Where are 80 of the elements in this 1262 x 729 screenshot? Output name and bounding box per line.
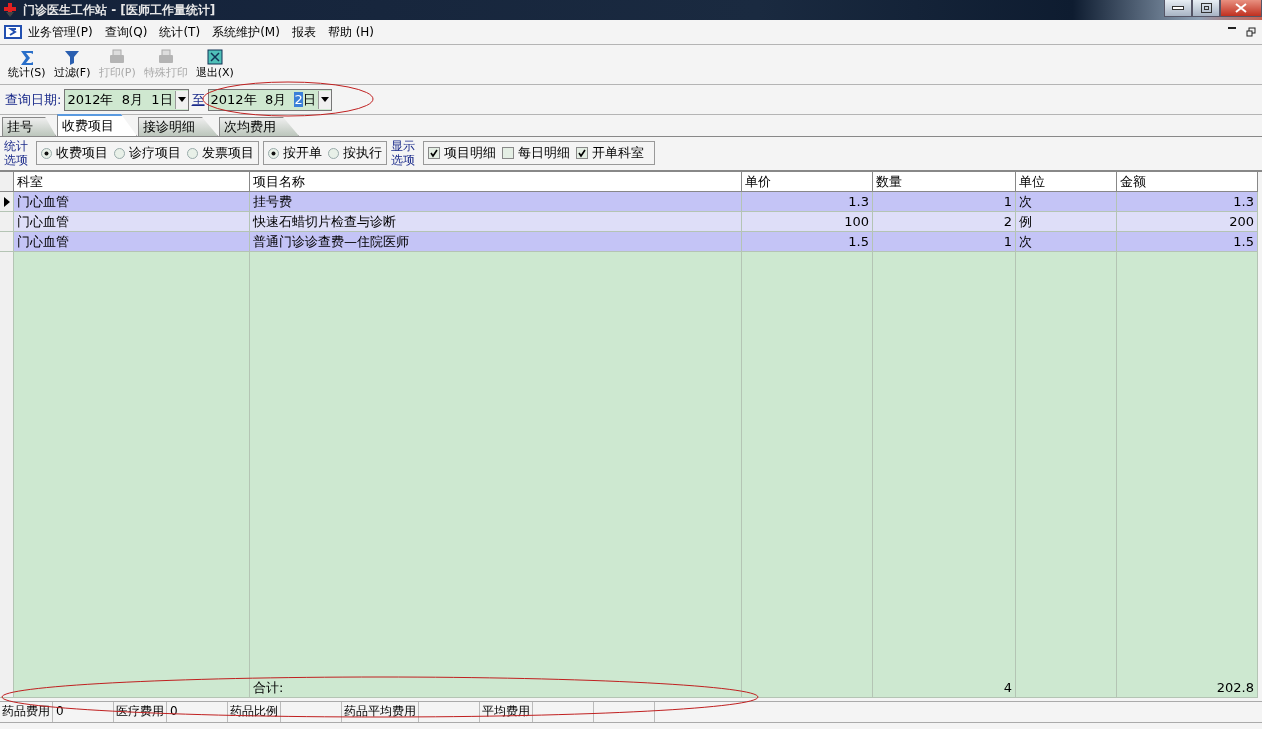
dropdown-arrow-icon (177, 97, 186, 102)
document-icon (4, 25, 22, 39)
row-pointer-icon (3, 196, 10, 207)
minimize-icon (1228, 27, 1236, 29)
restore-icon (1200, 3, 1212, 13)
menu-item[interactable]: 查询(Q) (98, 23, 154, 41)
table-cell: 1 (873, 192, 1016, 212)
tab[interactable]: 收费项目 (57, 114, 137, 136)
date-picker[interactable]: 2012年 8月 1日 (64, 88, 189, 111)
app-logo-icon (3, 2, 19, 18)
option-label[interactable]: 项目明细 (444, 144, 496, 162)
table-cell: 200 (1117, 212, 1258, 232)
option-label[interactable]: 收费项目 (56, 144, 108, 162)
table-cell: 1.3 (1117, 192, 1258, 212)
radio-button[interactable] (41, 147, 52, 159)
table-cell: 1.5 (1117, 232, 1258, 252)
table-cell: 次 (1016, 192, 1117, 212)
menu-item[interactable]: 统计(T) (153, 23, 207, 41)
total-value: 4 (873, 678, 1016, 698)
tab[interactable]: 挂号 (2, 117, 56, 136)
option-label[interactable]: 发票项目 (202, 144, 254, 162)
minimize-icon (1172, 6, 1184, 10)
menu-item[interactable]: 报表 (285, 23, 322, 41)
radio-button[interactable] (114, 147, 125, 159)
menu-item[interactable]: 业务管理(P) (22, 23, 99, 41)
status-label: 药品费用 (0, 702, 53, 722)
restore-button[interactable] (1192, 0, 1220, 17)
option-label[interactable]: 开单科室 (592, 144, 644, 162)
group-label: 显示选项 (391, 139, 416, 167)
tab[interactable]: 接诊明细 (138, 117, 218, 136)
option-label[interactable]: 按执行 (343, 144, 382, 162)
printer-icon (157, 49, 174, 65)
window-title: 门诊医生工作站 - [医师工作量统计] (23, 1, 216, 19)
status-label: 平均费用 (480, 702, 533, 722)
checkbox[interactable] (502, 147, 514, 159)
table-cell: 普通门诊诊查费—住院医师 (250, 232, 742, 252)
option-label[interactable]: 每日明细 (518, 144, 570, 162)
checkbox[interactable] (576, 147, 588, 159)
table-cell: 1.5 (742, 232, 873, 252)
radio-button[interactable] (268, 147, 279, 159)
sigma-icon (18, 49, 35, 65)
table-cell: 1.3 (742, 192, 873, 212)
radio-button[interactable] (328, 147, 339, 159)
status-label: 药品平均费用 (342, 702, 419, 722)
table-cell: 100 (742, 212, 873, 232)
toolbar-button[interactable]: 退出(X) (191, 47, 238, 82)
date-separator: 至 (191, 90, 205, 109)
table-cell: 2 (873, 212, 1016, 232)
status-value-field: 0 (53, 702, 114, 722)
table-cell: 挂号费 (250, 192, 742, 212)
toolbar-button[interactable]: 统计(S) (4, 47, 50, 82)
minimize-button[interactable] (1164, 0, 1192, 17)
date-picker[interactable]: 2012年 8月 2 日 (207, 88, 332, 111)
dropdown-arrow-icon (320, 97, 329, 102)
radio-button[interactable] (187, 147, 198, 159)
table-cell: 1 (873, 232, 1016, 252)
table-cell: 门心血管 (14, 232, 250, 252)
option-label[interactable]: 诊疗项目 (129, 144, 181, 162)
restore-icon (1246, 27, 1256, 37)
funnel-icon (64, 49, 81, 65)
row-indicator[interactable] (0, 192, 14, 212)
total-label: 合计: (250, 678, 742, 698)
table-cell: 快速石蜡切片检查与诊断 (250, 212, 742, 232)
close-box-icon (206, 49, 223, 65)
close-icon (1235, 3, 1247, 13)
menu-item[interactable]: 帮助 (H) (321, 23, 381, 41)
table-cell: 门心血管 (14, 192, 250, 212)
toolbar-button[interactable]: 过滤(F) (49, 47, 95, 82)
option-label[interactable]: 按开单 (283, 144, 322, 162)
status-label: 药品比例 (228, 702, 281, 722)
table-cell: 例 (1016, 212, 1117, 232)
close-button[interactable] (1220, 0, 1262, 17)
tab[interactable]: 次均费用 (219, 117, 299, 136)
date-label: 查询日期: (5, 90, 62, 109)
menu-item[interactable]: 系统维护(M) (206, 23, 286, 41)
group-label: 统计选项 (4, 139, 29, 167)
table-cell: 次 (1016, 232, 1117, 252)
table-cell: 门心血管 (14, 212, 250, 232)
printer-icon (109, 49, 126, 65)
checkbox[interactable] (428, 147, 440, 159)
